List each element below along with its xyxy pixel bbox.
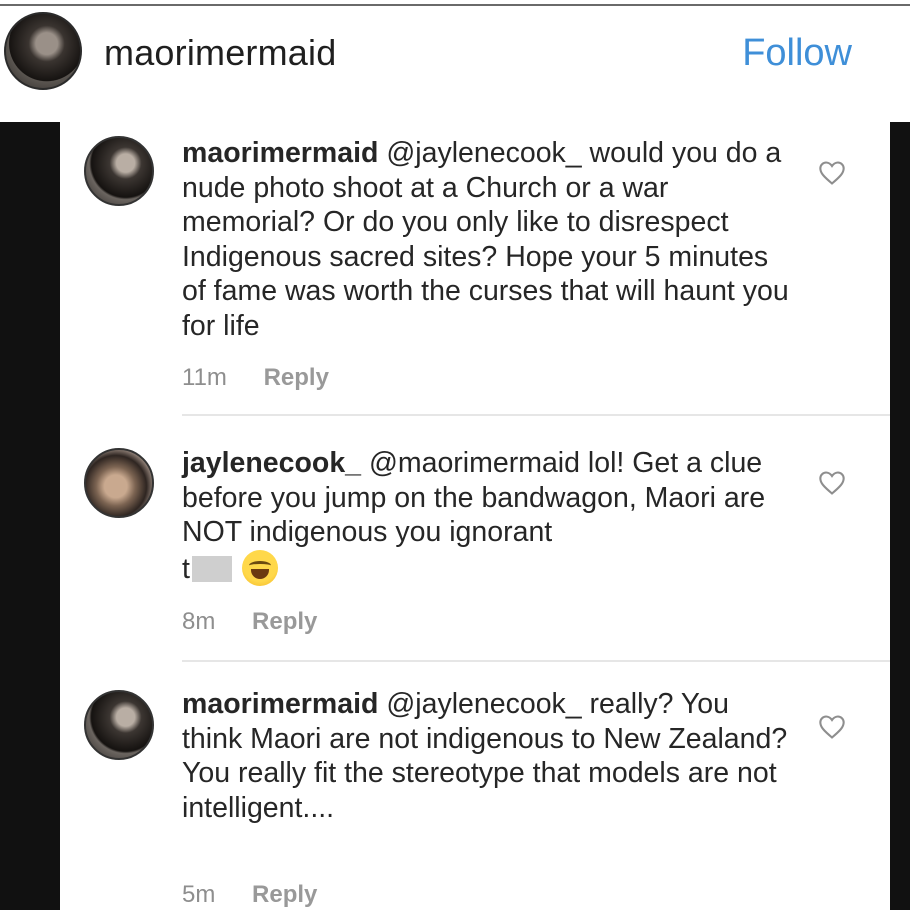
comment-meta: 5m Reply	[182, 881, 317, 909]
comment-meta: 11m Reply	[182, 364, 329, 392]
comment-time: 11m	[182, 364, 227, 391]
comment-text-tail: t	[182, 552, 190, 585]
comments-panel: maorimermaid @jaylenecook_ would you do …	[60, 122, 890, 910]
comment-meta: 8m Reply	[182, 608, 317, 636]
heart-icon[interactable]	[818, 470, 846, 496]
follow-button[interactable]: Follow	[742, 32, 852, 75]
post-header: maorimermaid Follow	[0, 8, 910, 120]
heart-icon[interactable]	[818, 160, 846, 186]
top-border	[0, 0, 910, 6]
avatar[interactable]	[84, 690, 154, 760]
comment-username[interactable]: maorimermaid	[182, 688, 378, 720]
comment-time: 8m	[182, 608, 216, 635]
reply-button[interactable]: Reply	[264, 364, 329, 391]
face-with-tears-of-joy-icon	[241, 549, 278, 586]
comment-username[interactable]: maorimermaid	[182, 137, 378, 169]
reply-button[interactable]: Reply	[252, 881, 317, 908]
avatar[interactable]	[4, 12, 82, 90]
heart-icon[interactable]	[818, 714, 846, 740]
comment-body: maorimermaid @jaylenecook_ really? You t…	[182, 687, 790, 825]
reply-button[interactable]: Reply	[252, 608, 317, 635]
divider	[182, 660, 890, 662]
censor-bar	[191, 555, 232, 582]
comment-time: 5m	[182, 881, 216, 908]
avatar[interactable]	[84, 136, 154, 206]
comment-username[interactable]: jaylenecook_	[182, 447, 361, 479]
comment-body: maorimermaid @jaylenecook_ would you do …	[182, 136, 790, 343]
comment-body: jaylenecook_ @maorimermaid lol! Get a cl…	[182, 446, 790, 586]
avatar[interactable]	[84, 448, 154, 518]
divider	[182, 414, 890, 416]
header-username[interactable]: maorimermaid	[104, 32, 336, 74]
comment-frame: maorimermaid @jaylenecook_ would you do …	[0, 122, 910, 910]
